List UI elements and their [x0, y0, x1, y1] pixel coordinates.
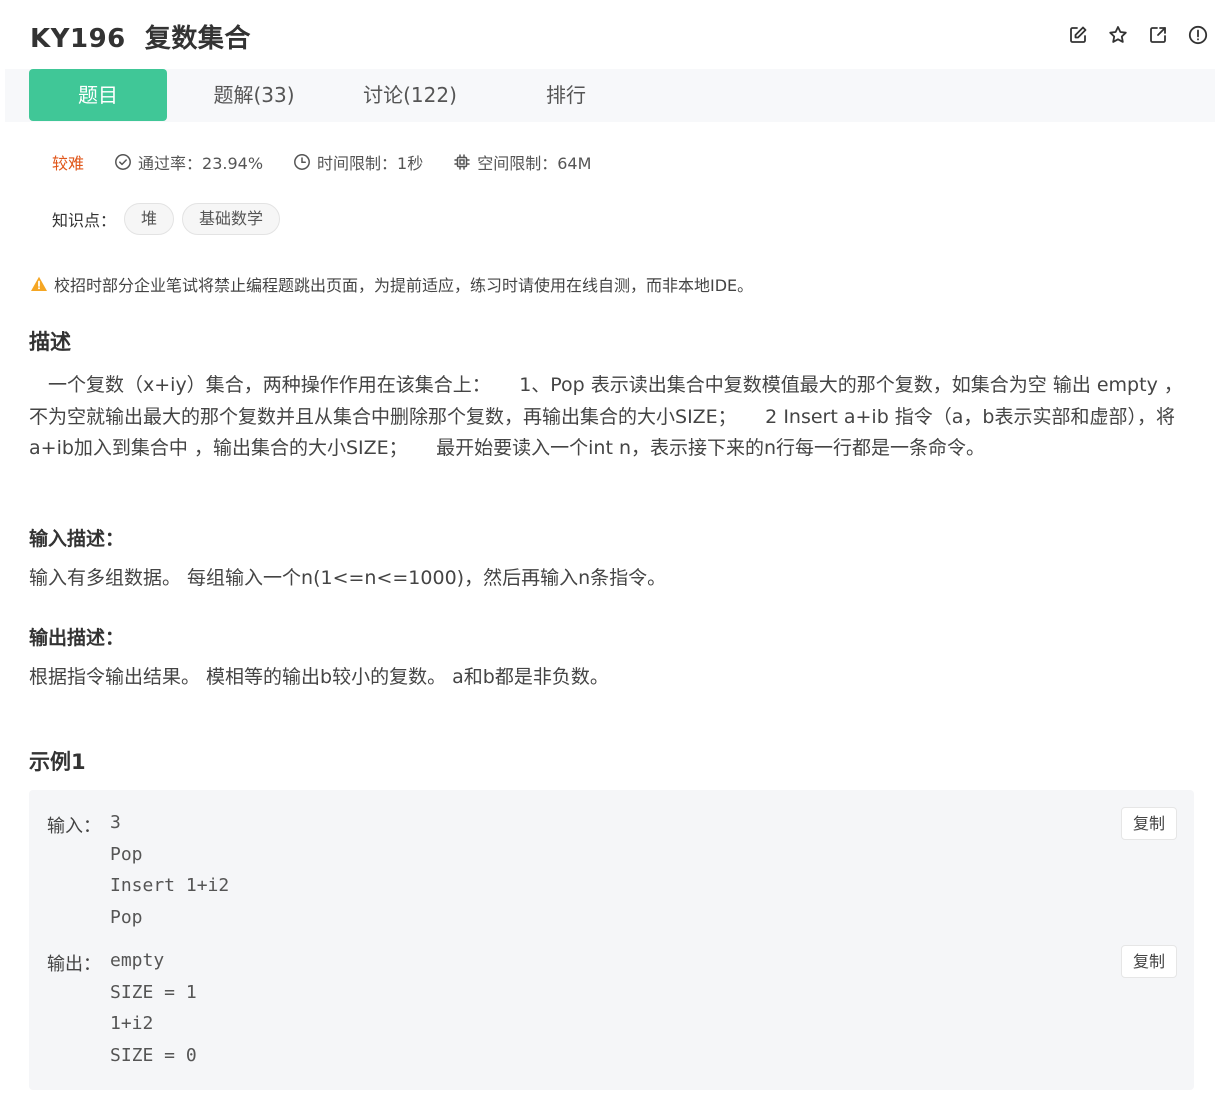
tab-ranking[interactable]: 排行: [501, 69, 631, 121]
chip-icon: [454, 154, 470, 170]
output-description-text: 根据指令输出结果。 模相等的输出b较小的复数。 a和b都是非负数。: [29, 666, 609, 688]
copy-input-button[interactable]: 复制: [1121, 807, 1177, 840]
example-box: 输入： 3 Pop Insert 1+i2 Pop 复制 输出： empty S…: [29, 790, 1194, 1090]
pass-rate: 通过率：23.94%: [114, 150, 263, 174]
tag-heap[interactable]: 堆: [124, 203, 175, 235]
memory-limit-text: 空间限制：64M: [477, 154, 592, 173]
tab-solutions[interactable]: 题解(33): [189, 69, 319, 121]
exam-notice: 校招时部分企业笔试将禁止编程题跳出页面，为提前适应，练习时请使用在线自测，而非本…: [30, 272, 753, 296]
edit-icon[interactable]: [1067, 24, 1089, 46]
notice-text: 校招时部分企业笔试将禁止编程题跳出页面，为提前适应，练习时请使用在线自测，而非本…: [54, 276, 754, 295]
description-title: 描述: [29, 330, 71, 354]
example-input-label: 输入：: [47, 816, 101, 837]
output-description-title: 输出描述：: [29, 627, 125, 649]
tab-problem[interactable]: 题目: [29, 69, 167, 121]
difficulty-label: 较难: [52, 154, 85, 173]
page-title: KY196 复数集合: [30, 24, 251, 54]
clock-icon: [294, 154, 310, 170]
problem-meta: 较难 通过率：23.94% 时间限制：1秒 空间限制：64M: [52, 150, 621, 174]
tab-bar: 题目 题解(33) 讨论(122) 排行: [5, 69, 1215, 122]
tab-discussion[interactable]: 讨论(122): [345, 69, 475, 121]
time-limit-text: 时间限制：1秒: [317, 154, 424, 173]
knowledge-label: 知识点：: [52, 211, 117, 230]
info-icon[interactable]: [1187, 24, 1209, 46]
description-text: 一个复数（x+iy）集合，两种操作作用在该集合上： 1、Pop 表示读出集合中复…: [29, 374, 1183, 459]
example-title: 示例1: [29, 750, 86, 774]
star-icon[interactable]: [1107, 24, 1129, 46]
time-limit: 时间限制：1秒: [293, 150, 423, 174]
input-description-text: 输入有多组数据。 每组输入一个n(1<=n<=1000)，然后再输入n条指令。: [29, 567, 667, 589]
example-output-lines: empty SIZE = 1 1+i2 SIZE = 0: [110, 950, 197, 1066]
example-output-label: 输出：: [47, 954, 101, 975]
header-actions: [1067, 24, 1209, 46]
example-input-lines: 3 Pop Insert 1+i2 Pop: [110, 812, 230, 928]
input-description-title: 输入描述：: [29, 528, 125, 550]
tag-basic-math[interactable]: 基础数学: [182, 203, 281, 235]
knowledge-points: 知识点： 堆 基础数学: [52, 203, 281, 235]
external-link-icon[interactable]: [1147, 24, 1169, 46]
warning-icon: [31, 276, 47, 291]
memory-limit: 空间限制：64M: [453, 150, 591, 174]
check-circle-icon: [115, 154, 131, 170]
pass-rate-text: 通过率：23.94%: [138, 154, 264, 173]
problem-header: KY196 复数集合: [0, 0, 1215, 70]
copy-output-button[interactable]: 复制: [1121, 945, 1177, 978]
